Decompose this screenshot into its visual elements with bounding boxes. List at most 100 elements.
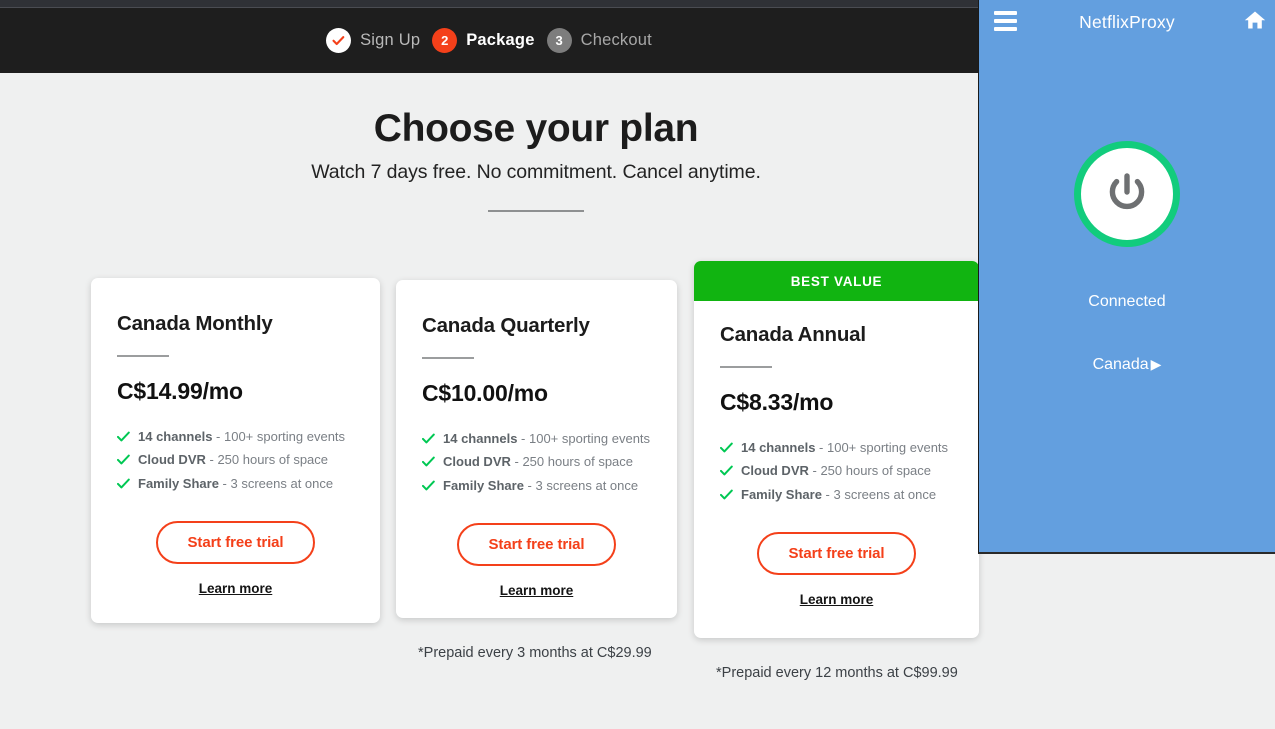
plan-price: C$10.00/mo — [422, 380, 651, 407]
plan-card-canada-monthly[interactable]: Canada Monthly C$14.99/mo 14 channels - … — [91, 278, 380, 623]
step-label-checkout: Checkout — [580, 31, 652, 49]
feature-text: Family Share - 3 screens at once — [443, 474, 638, 498]
feature-detail: - 3 screens at once — [218, 475, 334, 491]
vpn-country-label: Canada — [1092, 356, 1149, 373]
hamburger-icon[interactable] — [994, 11, 1017, 31]
plan-price-period: /mo — [202, 377, 243, 404]
plan-cta-area: Start free trial Learn more — [117, 521, 354, 596]
check-icon — [422, 427, 435, 451]
screen: Sign Up 2 Package 3 Checkout Choose your… — [0, 0, 1275, 729]
feature-detail: - 250 hours of space — [808, 463, 932, 478]
plan-price-period: /mo — [507, 379, 548, 406]
list-item: Cloud DVR - 250 hours of space — [720, 459, 953, 483]
list-item: Family Share - 3 screens at once — [117, 472, 354, 496]
plan-title: Canada Quarterly — [422, 314, 590, 337]
feature-text: Family Share - 3 screens at once — [741, 483, 936, 507]
hamburger-bar — [994, 27, 1017, 31]
vpn-header: NetflixProxy — [979, 0, 1275, 45]
page-title: Choose your plan — [373, 107, 699, 150]
feature-detail: - 100+ sporting events — [212, 428, 346, 444]
plan-cta-area: Start free trial Learn more — [720, 532, 953, 607]
feature-label: Cloud DVR — [138, 452, 206, 467]
list-item: Family Share - 3 screens at once — [422, 474, 651, 498]
vpn-app-title: NetflixProxy — [1079, 12, 1175, 32]
plan-price: C$8.33/mo — [720, 389, 953, 416]
plan-price-period: /mo — [792, 388, 834, 415]
feature-text: Family Share - 3 screens at once — [138, 472, 333, 496]
check-icon — [117, 425, 130, 449]
step-package[interactable]: 2 Package — [432, 28, 534, 53]
step-sign-up[interactable]: Sign Up — [326, 28, 420, 53]
plan-price: C$14.99/mo — [117, 378, 354, 405]
feature-label: Family Share — [443, 477, 524, 493]
list-item: 14 channels - 100+ sporting events — [117, 425, 354, 449]
status-badge: BEST VALUE — [694, 261, 979, 301]
feature-label: 14 channels — [443, 430, 518, 446]
check-icon — [422, 450, 435, 474]
plan-divider — [117, 355, 169, 357]
feature-detail: - 100+ sporting events — [517, 430, 651, 446]
power-icon — [1099, 166, 1155, 222]
step-checkout[interactable]: 3 Checkout — [546, 28, 652, 53]
hamburger-bar — [994, 11, 1017, 15]
prepaid-note-quarterly: *Prepaid every 3 months at C$29.99 — [418, 645, 652, 661]
feature-detail: - 3 screens at once — [821, 486, 937, 502]
step-label-package: Package — [466, 31, 535, 49]
step-number-badge-2: 2 — [432, 28, 458, 53]
vpn-power-area — [979, 141, 1275, 247]
check-icon — [720, 483, 733, 507]
feature-text: 14 channels - 100+ sporting events — [138, 425, 345, 449]
list-item: 14 channels - 100+ sporting events — [720, 436, 953, 460]
plan-card-body: Canada Quarterly C$10.00/mo 14 channels … — [396, 280, 677, 598]
window-chrome-strip — [0, 0, 978, 8]
feature-label: Cloud DVR — [443, 454, 511, 469]
feature-text: Cloud DVR - 250 hours of space — [138, 448, 328, 472]
feature-text: 14 channels - 100+ sporting events — [443, 427, 650, 451]
plan-card-body: Canada Monthly C$14.99/mo 14 channels - … — [91, 278, 380, 596]
plan-card-canada-quarterly[interactable]: Canada Quarterly C$10.00/mo 14 channels … — [396, 280, 677, 618]
check-icon — [720, 459, 733, 483]
feature-label: 14 channels — [741, 439, 816, 455]
feature-detail: - 3 screens at once — [523, 477, 639, 493]
start-free-trial-button[interactable]: Start free trial — [756, 532, 917, 575]
plan-divider — [422, 357, 474, 359]
plan-price-amount: C$10.00 — [422, 379, 508, 406]
hamburger-bar — [994, 19, 1017, 23]
plan-title: Canada Annual — [720, 323, 866, 346]
home-icon[interactable] — [1243, 9, 1267, 31]
list-item: 14 channels - 100+ sporting events — [422, 427, 651, 451]
plan-card-canada-annual[interactable]: BEST VALUE Canada Annual C$8.33/mo 14 ch… — [694, 261, 979, 638]
vpn-power-toggle[interactable] — [1074, 141, 1180, 247]
check-icon — [422, 474, 435, 498]
list-item: Cloud DVR - 250 hours of space — [117, 448, 354, 472]
header-divider — [488, 209, 584, 212]
plan-divider — [720, 366, 772, 368]
feature-label: Cloud DVR — [741, 463, 809, 478]
vpn-country-selector[interactable]: Canada ▶ — [979, 356, 1275, 374]
feature-detail: - 250 hours of space — [510, 454, 634, 469]
plan-feature-list: 14 channels - 100+ sporting events Cloud… — [422, 427, 651, 498]
check-icon — [720, 436, 733, 460]
chevron-right-icon: ▶ — [1150, 356, 1162, 372]
feature-label: 14 channels — [138, 428, 213, 444]
learn-more-link[interactable]: Learn more — [720, 592, 953, 607]
step-list: Sign Up 2 Package 3 Checkout — [0, 8, 978, 73]
check-icon — [117, 472, 130, 496]
step-number-badge-3: 3 — [546, 28, 572, 53]
start-free-trial-button[interactable]: Start free trial — [456, 523, 617, 566]
feature-detail: - 100+ sporting events — [815, 439, 949, 455]
feature-text: Cloud DVR - 250 hours of space — [741, 459, 931, 483]
plan-card-body: Canada Annual C$8.33/mo 14 channels - 10… — [694, 301, 979, 607]
start-free-trial-button[interactable]: Start free trial — [155, 521, 316, 564]
page-subtitle: Watch 7 days free. No commitment. Cancel… — [311, 160, 761, 183]
prepaid-note-annual: *Prepaid every 12 months at C$99.99 — [716, 665, 958, 681]
feature-text: Cloud DVR - 250 hours of space — [443, 450, 633, 474]
learn-more-link[interactable]: Learn more — [422, 583, 651, 598]
plan-title: Canada Monthly — [117, 312, 273, 335]
feature-detail: - 250 hours of space — [205, 452, 329, 467]
check-icon — [117, 448, 130, 472]
checkout-progress-bar: Sign Up 2 Package 3 Checkout — [0, 0, 978, 73]
learn-more-link[interactable]: Learn more — [117, 581, 354, 596]
check-icon — [326, 28, 352, 53]
page-header: Choose your plan Watch 7 days free. No c… — [0, 107, 1072, 212]
